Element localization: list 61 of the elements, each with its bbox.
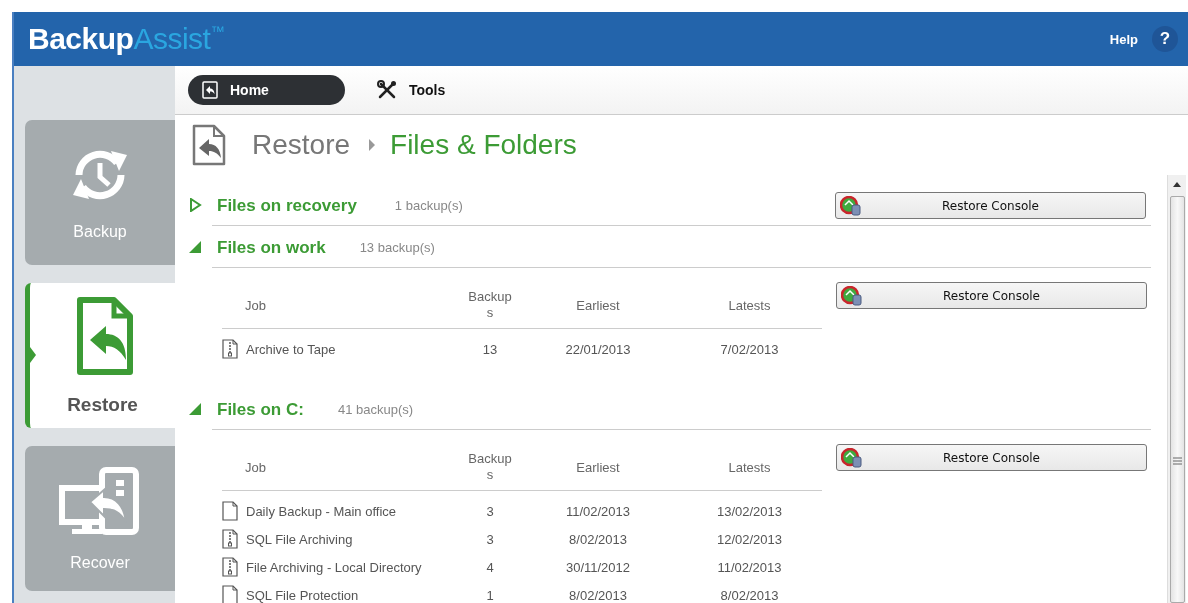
page-title: Files & Folders — [390, 129, 577, 161]
table-cell: Daily Backup - Main office — [246, 503, 397, 519]
table-cell: Archive to Tape — [246, 341, 336, 357]
section-title[interactable]: Files on recovery — [217, 195, 357, 216]
section-title[interactable]: Files on work — [217, 237, 326, 258]
backup-count: 41 backup(s) — [337, 402, 414, 417]
table-cell: 3 — [486, 503, 494, 519]
column-header: Latests — [727, 297, 772, 313]
backup-count: 1 backup(s) — [394, 198, 463, 213]
breadcrumb-link[interactable]: Restore — [252, 129, 351, 161]
file-icon — [222, 585, 238, 603]
grip-icon — [1172, 457, 1182, 465]
column-header: Earliest — [575, 459, 621, 475]
column-header: Backups — [467, 451, 513, 483]
zip-file-icon — [222, 339, 238, 359]
file-icon — [222, 501, 238, 521]
table-cell: 30/11/2012 — [565, 559, 631, 575]
table-cell: 8/02/2013 — [569, 531, 627, 547]
section-title[interactable]: Files on C: — [217, 399, 304, 420]
column-header: Latests — [727, 459, 772, 475]
table-cell: 13 — [482, 341, 498, 357]
collapsed-triangle-icon[interactable] — [188, 198, 202, 212]
restore-console-button[interactable]: Restore Console — [835, 192, 1146, 219]
toolbar-tab[interactable]: Tools — [363, 75, 460, 105]
table-cell: File Archiving - Local Directory — [246, 559, 422, 575]
column-header: Job — [244, 459, 267, 475]
document-arrow-icon — [192, 124, 226, 166]
expanded-triangle-icon[interactable] — [188, 402, 202, 416]
sidebar-tab[interactable]: Restore — [25, 283, 175, 428]
table-cell: 8/02/2013 — [569, 587, 627, 603]
help-button[interactable]: ? — [1152, 26, 1178, 52]
toolbar-tab[interactable]: Home — [188, 75, 345, 105]
zip-file-icon — [222, 557, 238, 577]
column-header: Backups — [467, 289, 513, 321]
table-cell: 11/02/2013 — [565, 503, 631, 519]
help-link[interactable]: Help — [1109, 31, 1138, 47]
expanded-triangle-icon[interactable] — [188, 240, 202, 254]
tools-icon — [377, 80, 397, 100]
table-cell: 8/02/2013 — [720, 587, 779, 603]
table-cell: 1 — [486, 587, 494, 603]
logo: BackupAssist™ — [28, 24, 224, 54]
table-cell: 3 — [486, 531, 494, 547]
backup-count: 13 backup(s) — [359, 240, 435, 255]
table-cell: 22/01/2013 — [565, 341, 631, 357]
table-cell: 12/02/2013 — [716, 531, 783, 547]
monitor-server-icon — [58, 465, 142, 536]
table-cell: 11/02/2013 — [717, 559, 782, 575]
table-cell: 13/02/2013 — [716, 503, 783, 519]
scrollbar[interactable] — [1167, 175, 1186, 603]
zip-file-icon — [222, 529, 238, 549]
up-arrow-icon — [1173, 181, 1181, 187]
restore-console-button[interactable]: Restore Console — [836, 444, 1147, 471]
restore-console-button[interactable]: Restore Console — [836, 282, 1147, 309]
table-cell: 7/02/2013 — [720, 341, 779, 357]
chevron-icon — [368, 138, 377, 152]
scroll-thumb[interactable] — [1169, 196, 1185, 603]
column-header: Job — [244, 297, 267, 313]
table-cell: 4 — [486, 559, 494, 575]
table-cell: SQL File Archiving — [246, 531, 353, 547]
table-cell: SQL File Protection — [246, 587, 359, 603]
column-header: Earliest — [575, 297, 621, 313]
